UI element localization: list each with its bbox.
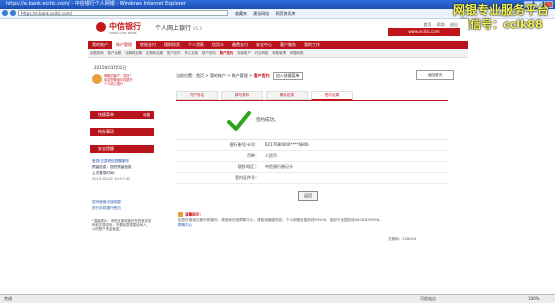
success-message: 签约成功。 (256, 118, 279, 123)
suggested-sites-item[interactable]: 建议网站 (253, 11, 269, 16)
transaction-code: 交易码：228004 (388, 237, 417, 241)
product-name: 个人网上银行 V5.4 (155, 23, 202, 32)
return-button[interactable]: 返回 (298, 191, 318, 201)
subnav-item[interactable]: 网银转账 (288, 49, 306, 57)
welcome-text: 尊敬的客户：您好！ 欢迎您使用中信银行 个人网上银行 (104, 74, 133, 86)
subnav-item[interactable]: 存款账户 (235, 49, 253, 57)
avatar (92, 74, 102, 84)
detail-row: 签约证件号： (176, 173, 448, 184)
sidebar-section-shortcuts[interactable]: 快捷菜单 设置 (90, 111, 154, 119)
mainnav-item[interactable]: 客户服务 (276, 41, 300, 49)
tip-box: 温馨提示： 如您在使用过程中有疑问，请咨询在线帮助中心，或致电客服热线，个人网银… (178, 212, 448, 228)
detail-row: 现钞/现汇： 中信银行借记卡 (176, 162, 448, 173)
breadcrumb-current: 客户签约 (253, 73, 270, 78)
detail-label: 银行账号/卡号： (229, 142, 259, 147)
sidebar-note: *温馨提示：请您妥善保管好您的登录密码和交易密码，不要轻易透露给他人，以防账户资… (92, 219, 152, 232)
detail-row: 银行账号/卡号： 6217680000****6806 (176, 140, 448, 151)
favorites-item[interactable]: 收藏夹 (235, 11, 247, 16)
version-label: V5.4 (192, 26, 203, 31)
detail-value: 6217680000****6806 (265, 142, 309, 147)
breadcrumb: 当前位置：首页 > 我的账户 > 账户管理 > 客户签约 加入快捷菜单 (176, 72, 303, 80)
step-tab: 开户协议 (176, 91, 218, 100)
window-title: https://e.bank.ecitic.com/ - 中信银行个人网银 - … (6, 1, 186, 7)
mainnav-item[interactable]: 安全中心 (252, 41, 276, 49)
add-shortcut-button[interactable]: 加入快捷菜单 (272, 72, 303, 80)
subnav-item[interactable]: 余额查询 (88, 49, 106, 57)
sidebar-links: 您可使用中信网银 进行手机银行签约 (92, 199, 121, 211)
help-center-link[interactable]: 帮助中心 (178, 223, 192, 227)
tip-body: 如您在使用过程中有疑问，请咨询在线帮助中心，或致电客服热线，个人网银全国热线95… (178, 217, 383, 222)
details-table: 银行账号/卡号： 6217680000****6806 币种： 人民币 现钞/现… (176, 139, 448, 184)
detail-label: 币种： (247, 153, 259, 158)
site-url-banner[interactable]: www.ecitic.com (388, 28, 460, 36)
bank-name-en: CHINA CITIC BANK (109, 31, 137, 35)
bank-header: 中信银行 CHINA CITIC BANK 个人网上银行 V5.4 首页 帮助 … (88, 19, 468, 41)
mainnav-item[interactable]: 信用卡 (208, 41, 228, 49)
main-content: 当前位置：首页 > 我的账户 > 账户管理 > 客户签约 加入快捷菜单 返回首页 … (162, 59, 462, 289)
mainnav-item[interactable]: 缴费支付 (228, 41, 252, 49)
mainnav-item[interactable]: 我的工作 (300, 41, 324, 49)
subnav-item[interactable]: 定期转活期 (144, 49, 165, 57)
sidebar-section-todo[interactable]: 待办事项 (90, 128, 154, 136)
product-label: 个人网上银行 (155, 25, 192, 32)
user-welcome: 尊敬的客户：您好！ 欢迎您使用中信银行 个人网上银行 (92, 74, 152, 90)
citic-logo-icon (96, 22, 106, 32)
tab-divider (176, 100, 448, 101)
detail-value: 人民币 (265, 153, 277, 158)
mainnav-item[interactable]: 个人贷款 (184, 41, 208, 49)
detail-value: 中信银行借记卡 (265, 164, 293, 169)
subnav-item[interactable]: 外汇买卖 (183, 49, 201, 57)
section-label: 待办事项 (98, 129, 114, 134)
mainnav-item[interactable]: 我的账户 (88, 41, 112, 49)
detail-row: 币种： 人民币 (176, 151, 448, 162)
watermark-line1: 网银专业服务平台 (452, 3, 549, 17)
subnav-item[interactable]: 账户余额 (106, 49, 124, 57)
mainnav-item-active[interactable]: 账户管理 (112, 41, 136, 49)
web-slice-item[interactable]: 网页快讯库 (276, 11, 296, 16)
logout-link[interactable]: 退出 (450, 22, 458, 27)
subnav-item[interactable]: 账户挂失 (165, 49, 183, 57)
url-field[interactable]: https://e.bank.ecitic.com/ (18, 10, 228, 16)
tip-title: 温馨提示： (185, 212, 203, 217)
checkmark-icon (227, 111, 251, 131)
back-icon[interactable] (2, 10, 8, 16)
subnav-item[interactable]: 账户资料 (200, 49, 218, 57)
step-tab: 填写资料 (221, 91, 263, 100)
warning-icon (178, 212, 183, 217)
sub-nav: 余额查询 账户余额 活期转定期 定期转活期 账户挂失 外汇买卖 账户资料 账户签… (88, 49, 468, 58)
sidebar-link[interactable]: 进行手机银行签约 (92, 205, 121, 211)
section-label: 安全提醒 (98, 146, 114, 151)
current-date: 2015年03月02日 (94, 65, 127, 70)
forward-icon[interactable] (10, 10, 16, 16)
success-panel: 签约成功。 (176, 104, 448, 136)
detail-label: 签约证件号： (235, 175, 259, 180)
subnav-item[interactable]: 约定转账 (253, 49, 271, 57)
step-tab: 确认信息 (266, 91, 308, 100)
subnav-item[interactable]: 转账管理 (270, 49, 288, 57)
subnav-item-active[interactable]: 账户签约 (218, 49, 236, 57)
section-label: 快捷菜单 (98, 112, 114, 117)
settings-link[interactable]: 设置 (143, 111, 150, 119)
back-home-button[interactable]: 返回首页 (416, 70, 454, 80)
subnav-item[interactable]: 活期转定期 (123, 49, 144, 57)
help-link[interactable]: 帮助 (437, 22, 445, 27)
sidebar: 2015年03月02日 尊敬的客户：您好！ 欢迎您使用中信银行 个人网上银行 快… (88, 59, 156, 284)
mainnav-item[interactable]: 转账支付 (136, 41, 160, 49)
sidebar-section-security[interactable]: 安全提醒 (90, 145, 154, 153)
breadcrumb-path: 当前位置：首页 > 我的账户 > 账户管理 > (176, 73, 254, 78)
mainnav-item[interactable]: 理财投资 (160, 41, 184, 49)
home-link[interactable]: 首页 (423, 22, 431, 27)
welcome-line: 个人网上银行 (104, 82, 124, 86)
security-list: 登录/交易短信提醒服务 预留信息：您的预留信息 上次登录时间： 2015-03-… (92, 158, 132, 182)
detail-label: 现钞/现汇： (237, 164, 259, 169)
main-nav: 我的账户 账户管理 转账支付 理财投资 个人贷款 信用卡 缴费支付 安全中心 客… (88, 41, 468, 49)
browser-toolbar: 收藏夹 建议网站 网页快讯库 (235, 10, 301, 17)
last-login-time: 2015-03-02 10:17:42 (92, 177, 131, 181)
